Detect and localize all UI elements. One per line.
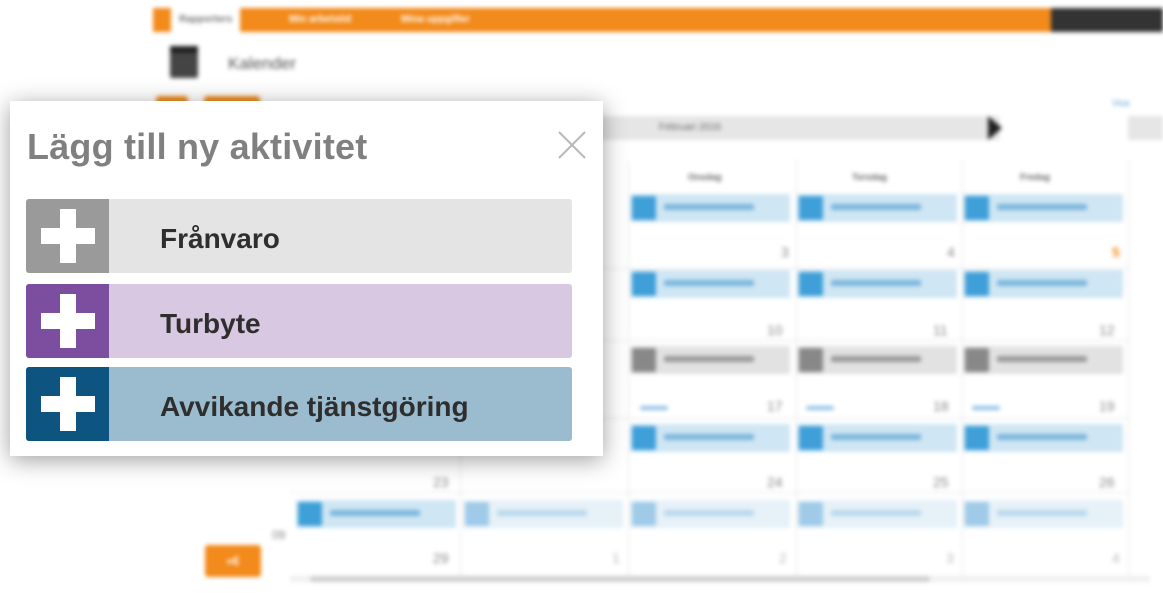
grid-line: [628, 160, 629, 580]
shift-entry[interactable]: [630, 270, 790, 298]
shift-entry[interactable]: [463, 500, 623, 528]
day-number: 2: [779, 550, 787, 566]
option-label: Avvikande tjänstgöring: [160, 391, 469, 422]
shift-entry[interactable]: [963, 346, 1123, 374]
details-link[interactable]: [972, 406, 1000, 410]
day-number: 1: [612, 550, 620, 566]
day-number-today: 5: [1112, 244, 1120, 260]
day-header: Torsdag: [852, 172, 887, 182]
plus-icon: [26, 199, 109, 273]
day-number: 4: [947, 244, 955, 260]
grid-line: [1128, 160, 1129, 580]
shift-entry[interactable]: [797, 270, 957, 298]
day-number: 19: [1099, 398, 1115, 414]
shift-entry[interactable]: [630, 500, 790, 528]
shift-entry[interactable]: [963, 270, 1123, 298]
view-link[interactable]: Visa: [1112, 98, 1129, 108]
nav-tab-tasks[interactable]: Mina uppgifter: [401, 8, 470, 32]
day-header: Onsdag: [688, 172, 722, 182]
day-number: 17: [767, 398, 783, 414]
day-number: 29: [433, 550, 449, 566]
day-number: 12: [1099, 322, 1115, 338]
page-title: Kalender: [228, 54, 297, 73]
dialog-title: Lägg till ny aktivitet: [27, 126, 368, 167]
option-deviating-duty-button[interactable]: Avvikande tjänstgöring: [26, 367, 572, 441]
shift-entry[interactable]: [963, 424, 1123, 452]
back-button[interactable]: «€: [205, 545, 261, 577]
shift-entry[interactable]: [630, 346, 790, 374]
shift-entry[interactable]: [797, 194, 957, 222]
shift-entry[interactable]: [630, 424, 790, 452]
day-number: 18: [933, 398, 949, 414]
grid-line: [290, 492, 1130, 493]
top-nav-bar: Rapporters Min arbetstid Mina uppgifter: [153, 8, 1163, 32]
option-shift-swap-button[interactable]: Turbyte: [26, 284, 572, 358]
scrollbar-thumb[interactable]: [310, 576, 930, 582]
calendar-icon: [170, 46, 198, 78]
next-month-icon[interactable]: [988, 116, 1002, 140]
day-number: 3: [781, 244, 789, 260]
day-header: Fredag: [1020, 172, 1051, 182]
plus-icon: [26, 367, 109, 441]
shift-entry[interactable]: [963, 500, 1123, 528]
day-number: 11: [933, 322, 948, 338]
option-label: Frånvaro: [160, 223, 280, 254]
week-number: 09: [272, 528, 286, 542]
day-number: 10: [767, 322, 783, 338]
nav-tab-work-time[interactable]: Min arbetstid: [289, 8, 351, 32]
day-number: 4: [1112, 550, 1120, 566]
day-number: 26: [1099, 474, 1115, 490]
plus-icon: [26, 284, 109, 358]
option-absence-button[interactable]: Frånvaro: [26, 199, 572, 273]
option-label: Turbyte: [160, 308, 261, 339]
shift-entry[interactable]: [797, 424, 957, 452]
day-number: 25: [933, 474, 949, 490]
nav-tab-reports[interactable]: Rapporters: [171, 8, 241, 32]
shift-entry[interactable]: [797, 346, 957, 374]
day-number: 3: [946, 550, 954, 566]
shift-entry[interactable]: [963, 194, 1123, 222]
view-toggle[interactable]: [1128, 116, 1163, 140]
close-icon[interactable]: [556, 129, 588, 161]
shift-entry[interactable]: [797, 500, 957, 528]
add-activity-dialog: Lägg till ny aktivitet Frånvaro Turbyte …: [10, 101, 603, 456]
details-link[interactable]: [640, 406, 668, 410]
details-link[interactable]: [806, 406, 834, 410]
user-box[interactable]: [1051, 8, 1163, 32]
shift-entry[interactable]: [630, 194, 790, 222]
day-number: 24: [767, 474, 783, 490]
day-number: 23: [433, 474, 449, 490]
shift-entry[interactable]: [296, 500, 456, 528]
